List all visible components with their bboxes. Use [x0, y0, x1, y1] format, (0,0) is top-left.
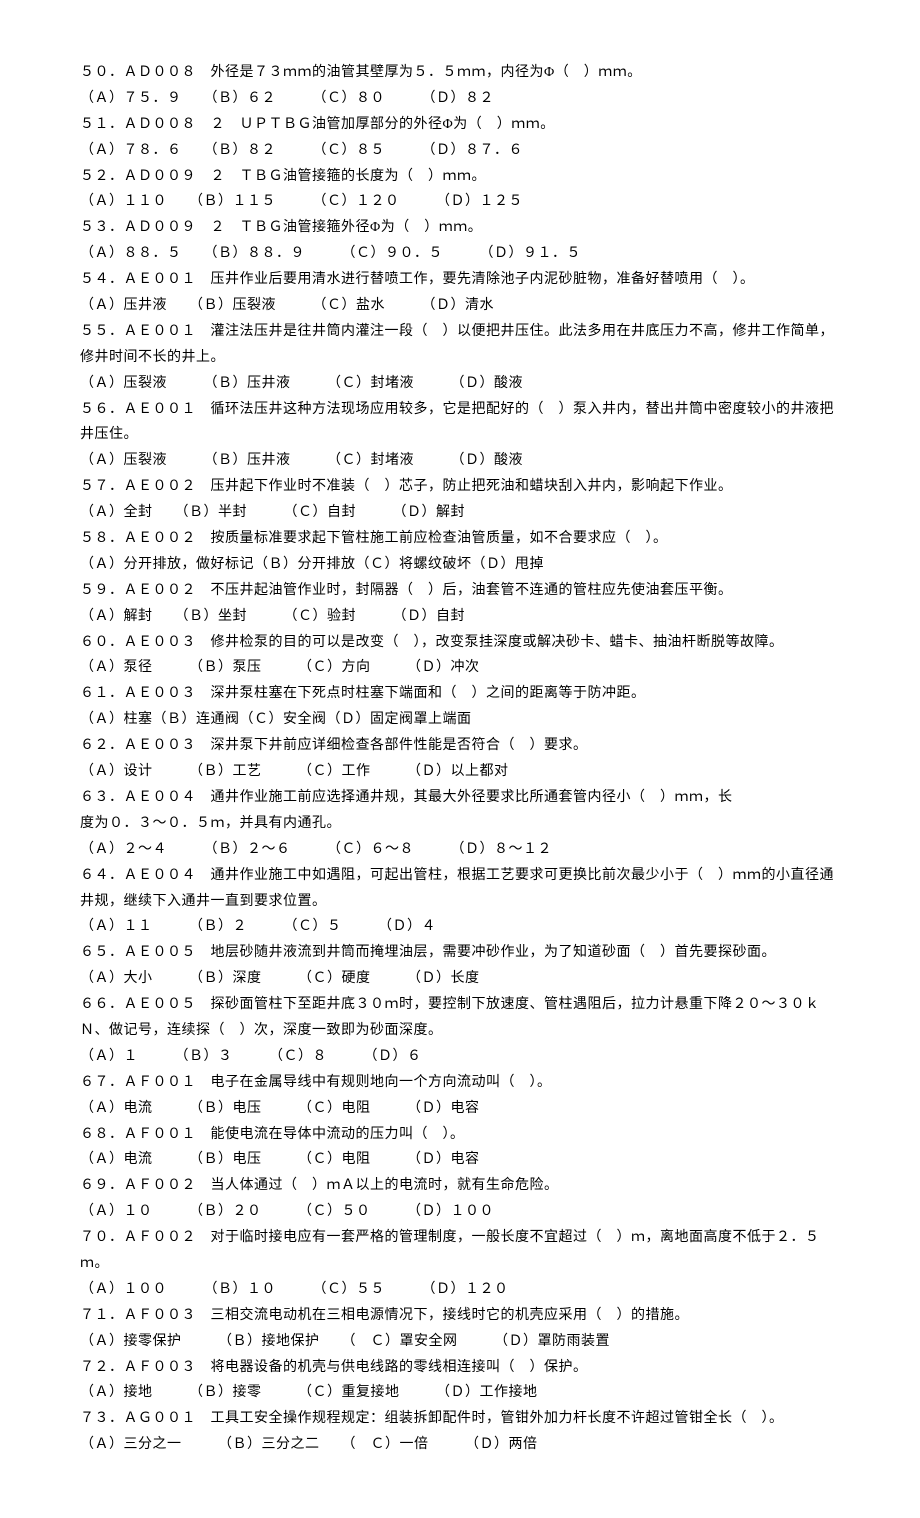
- question-text: ５７．ＡＥ００２ 压井起下作业时不准装（ ）芯子，防止把死油和蜡块刮入井内，影响…: [80, 474, 840, 500]
- question-text: ７３．ＡＧ００１ 工具工安全操作规程规定：组装拆卸配件时，管钳外加力杆长度不许超…: [80, 1406, 840, 1432]
- question-options: （Ａ）电流 （Ｂ）电压 （Ｃ）电阻 （Ｄ）电容: [80, 1147, 840, 1173]
- question-text: ６０．ＡＥ００３ 修井检泵的目的可以是改变（ ），改变泵挂深度或解决砂卡、蜡卡、…: [80, 630, 840, 656]
- question-text: ５９．ＡＥ００２ 不压井起油管作业时，封隔器（ ）后，油套管不连通的管柱应先使油…: [80, 578, 840, 604]
- question-text: ５５．ＡＥ００１ 灌注法压井是往井筒内灌注一段（ ）以便把井压住。此法多用在井底…: [80, 319, 840, 371]
- question-options: （Ａ）压裂液 （Ｂ）压井液 （Ｃ）封堵液 （Ｄ）酸液: [80, 371, 840, 397]
- question-text-cont: 度为０．３～０．５ｍ，并具有内通孔。: [80, 811, 840, 837]
- question-options: （Ａ）电流 （Ｂ）电压 （Ｃ）电阻 （Ｄ）电容: [80, 1096, 840, 1122]
- question-text: ６６．ＡＥ００５ 探砂面管柱下至距井底３０ｍ时，要控制下放速度、管柱遇阻后，拉力…: [80, 992, 840, 1044]
- question-options: （Ａ）１１０ （Ｂ）１１５ （Ｃ）１２０ （Ｄ）１２５: [80, 189, 840, 215]
- question-options: （Ａ）１ （Ｂ）３ （Ｃ）８ （Ｄ）６: [80, 1044, 840, 1070]
- question-options: （Ａ）柱塞（Ｂ）连通阀（Ｃ）安全阀（Ｄ）固定阀罩上端面: [80, 707, 840, 733]
- question-options: （Ａ）２～４ （Ｂ）２～６ （Ｃ）６～８ （Ｄ）８～１２: [80, 837, 840, 863]
- question-options: （Ａ）压裂液 （Ｂ）压井液 （Ｃ）封堵液 （Ｄ）酸液: [80, 448, 840, 474]
- question-text: ６８．ＡＦ００１ 能使电流在导体中流动的压力叫（ ）。: [80, 1122, 840, 1148]
- question-text: ５４．ＡＥ００１ 压井作业后要用清水进行替喷工作，要先清除池子内泥砂脏物，准备好…: [80, 267, 840, 293]
- question-text: ５８．ＡＥ００２ 按质量标准要求起下管柱施工前应检查油管质量，如不合要求应（ ）…: [80, 526, 840, 552]
- question-text: ５２．ＡＤ００９ ２ ＴＢＧ油管接箍的长度为（ ）ｍｍ。: [80, 164, 840, 190]
- question-options: （Ａ）接地 （Ｂ）接零 （Ｃ）重复接地 （Ｄ）工作接地: [80, 1380, 840, 1406]
- question-text: ６１．ＡＥ００３ 深井泵柱塞在下死点时柱塞下端面和（ ）之间的距离等于防冲距。: [80, 681, 840, 707]
- question-text: ５０．ＡＤ００８ 外径是７３ｍｍ的油管其壁厚为５．５ｍｍ，内径为Φ（ ）ｍｍ。: [80, 60, 840, 86]
- question-options: （Ａ）全封 （Ｂ）半封 （Ｃ）自封 （Ｄ）解封: [80, 500, 840, 526]
- question-text: ５１．ＡＤ００８ ２ ＵＰＴＢＧ油管加厚部分的外径Φ为（ ）ｍｍ。: [80, 112, 840, 138]
- question-options: （Ａ）１００ （Ｂ）１０ （Ｃ）５５ （Ｄ）１２０: [80, 1277, 840, 1303]
- question-options: （Ａ）８８．５ （Ｂ）８８．９ （Ｃ）９０．５ （Ｄ）９１．５: [80, 241, 840, 267]
- question-text: ７２．ＡＦ００３ 将电器设备的机壳与供电线路的零线相连接叫（ ）保护。: [80, 1355, 840, 1381]
- question-options: （Ａ）７５．９ （Ｂ）６２ （Ｃ）８０ （Ｄ）８２: [80, 86, 840, 112]
- question-options: （Ａ）压井液 （Ｂ）压裂液 （Ｃ）盐水 （Ｄ）清水: [80, 293, 840, 319]
- question-text: ５３．ＡＤ００９ ２ ＴＢＧ油管接箍外径Φ为（ ）ｍｍ。: [80, 215, 840, 241]
- question-text: ７０．ＡＦ００２ 对于临时接电应有一套严格的管理制度，一般长度不宜超过（ ）ｍ，…: [80, 1225, 840, 1277]
- question-text: ６５．ＡＥ００５ 地层砂随井液流到井筒而掩埋油层，需要冲砂作业，为了知道砂面（ …: [80, 940, 840, 966]
- question-options: （Ａ）分开排放，做好标记（Ｂ）分开排放（Ｃ）将螺纹破坏（Ｄ）甩掉: [80, 552, 840, 578]
- question-options: （Ａ）解封 （Ｂ）坐封 （Ｃ）验封 （Ｄ）自封: [80, 604, 840, 630]
- question-text: ６２．ＡＥ００３ 深井泵下井前应详细检查各部件性能是否符合（ ）要求。: [80, 733, 840, 759]
- question-options: （Ａ）设计 （Ｂ）工艺 （Ｃ）工作 （Ｄ）以上都对: [80, 759, 840, 785]
- question-text: ６９．ＡＦ００２ 当人体通过（ ）ｍＡ以上的电流时，就有生命危险。: [80, 1173, 840, 1199]
- question-text: ６３．ＡＥ００４ 通井作业施工前应选择通井规，其最大外径要求比所通套管内径小（ …: [80, 785, 840, 811]
- question-options: （Ａ）泵径 （Ｂ）泵压 （Ｃ）方向 （Ｄ）冲次: [80, 655, 840, 681]
- question-options: （Ａ）三分之一 （Ｂ）三分之二 （ Ｃ）一倍 （Ｄ）两倍: [80, 1432, 840, 1458]
- question-text: ６７．ＡＦ００１ 电子在金属导线中有规则地向一个方向流动叫（ ）。: [80, 1070, 840, 1096]
- question-options: （Ａ）１０ （Ｂ）２０ （Ｃ）５０ （Ｄ）１００: [80, 1199, 840, 1225]
- question-options: （Ａ）１１ （Ｂ）２ （Ｃ）５ （Ｄ）４: [80, 914, 840, 940]
- question-options: （Ａ）接零保护 （Ｂ）接地保护 （ Ｃ）罩安全网 （Ｄ）罩防雨装置: [80, 1329, 840, 1355]
- question-options: （Ａ）７８．６ （Ｂ）８２ （Ｃ）８５ （Ｄ）８７．６: [80, 138, 840, 164]
- question-text: ７１．ＡＦ００３ 三相交流电动机在三相电源情况下，接线时它的机壳应采用（ ）的措…: [80, 1303, 840, 1329]
- question-text: ６４．ＡＥ００４ 通井作业施工中如遇阻，可起出管柱，根据工艺要求可更换比前次最少…: [80, 863, 840, 915]
- question-text: ５６．ＡＥ００１ 循环法压井这种方法现场应用较多，它是把配好的（ ）泵入井内，替…: [80, 397, 840, 449]
- question-options: （Ａ）大小 （Ｂ）深度 （Ｃ）硬度 （Ｄ）长度: [80, 966, 840, 992]
